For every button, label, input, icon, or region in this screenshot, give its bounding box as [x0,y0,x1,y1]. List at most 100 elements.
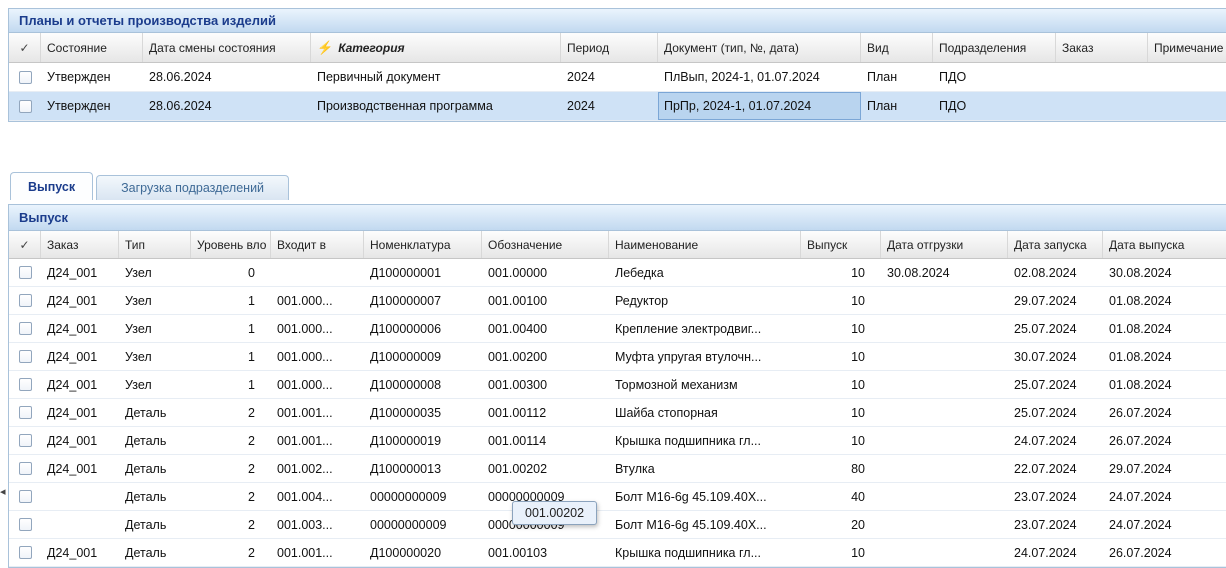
cell[interactable]: 10 [801,371,881,398]
cell[interactable]: 2 [191,399,271,426]
cell[interactable]: 001.00400 [482,315,609,342]
cell[interactable]: План [861,92,933,120]
cell[interactable] [881,427,1008,454]
cell[interactable]: Д24_001 [41,427,119,454]
cell[interactable]: 1 [191,343,271,370]
cell[interactable]: План [861,63,933,91]
cell[interactable]: Д24_001 [41,315,119,342]
row-checkbox[interactable] [19,350,32,363]
table-row[interactable]: Д24_001Узел1001.000...Д100000007001.0010… [9,287,1226,315]
cell[interactable]: 29.07.2024 [1103,455,1226,482]
column-header[interactable]: Входит в [271,231,364,258]
cell[interactable]: Редуктор [609,287,801,314]
cell[interactable]: 001.000... [271,371,364,398]
column-header[interactable]: Наименование [609,231,801,258]
table-row[interactable]: Д24_001Узел1001.000...Д100000006001.0040… [9,315,1226,343]
cell[interactable] [1056,63,1148,91]
cell[interactable]: 23.07.2024 [1008,483,1103,510]
cell[interactable]: 001.00114 [482,427,609,454]
column-header[interactable]: ⚡Категория [311,33,561,62]
cell[interactable]: 10 [801,287,881,314]
cell[interactable]: 1 [191,315,271,342]
table-row[interactable]: Д24_001Узел1001.000...Д100000008001.0030… [9,371,1226,399]
cell[interactable]: 10 [801,427,881,454]
cell[interactable]: 001.001... [271,427,364,454]
cell[interactable] [271,259,364,286]
cell[interactable]: Д100000009 [364,343,482,370]
cell[interactable]: 2024 [561,63,658,91]
cell[interactable]: 001.003... [271,511,364,538]
cell[interactable]: 001.001... [271,539,364,566]
row-checkbox[interactable] [19,406,32,419]
column-header[interactable]: ✓ [9,231,41,258]
cell[interactable]: 001.004... [271,483,364,510]
cell[interactable]: Д100000035 [364,399,482,426]
table-row[interactable]: Утвержден28.06.2024Первичный документ202… [9,63,1226,92]
cell[interactable] [1056,92,1148,120]
cell[interactable]: 001.00112 [482,399,609,426]
cell[interactable] [881,539,1008,566]
tab-zagruzka-podrazdelenii[interactable]: Загрузка подразделений [96,175,289,200]
cell[interactable]: Д100000008 [364,371,482,398]
column-header[interactable]: Подразделения [933,33,1056,62]
row-checkbox[interactable] [19,100,32,113]
cell[interactable]: 80 [801,455,881,482]
cell[interactable]: Втулка [609,455,801,482]
column-header[interactable]: Состояние [41,33,143,62]
cell[interactable]: Муфта упругая втулочн... [609,343,801,370]
cell[interactable]: 001.00103 [482,539,609,566]
row-checkbox[interactable] [19,434,32,447]
cell[interactable]: 25.07.2024 [1008,315,1103,342]
cell[interactable]: Д100000019 [364,427,482,454]
cell[interactable]: 001.00300 [482,371,609,398]
cell[interactable]: 0 [191,259,271,286]
row-checkbox[interactable] [19,71,32,84]
cell[interactable] [881,315,1008,342]
cell[interactable]: 30.07.2024 [1008,343,1103,370]
cell[interactable]: Производственная программа [311,92,561,120]
cell[interactable]: Узел [119,259,191,286]
cell[interactable]: 20 [801,511,881,538]
cell[interactable]: Д24_001 [41,539,119,566]
cell[interactable]: 001.000... [271,315,364,342]
row-checkbox[interactable] [19,322,32,335]
cell[interactable]: 25.07.2024 [1008,371,1103,398]
cell[interactable]: 26.07.2024 [1103,427,1226,454]
cell[interactable]: 40 [801,483,881,510]
table-row[interactable]: Д24_001Деталь2001.001...Д100000019001.00… [9,427,1226,455]
cell[interactable]: 30.08.2024 [1103,259,1226,286]
column-header[interactable]: Выпуск [801,231,881,258]
column-header[interactable]: Тип [119,231,191,258]
cell[interactable]: Деталь [119,539,191,566]
cell[interactable]: Д100000013 [364,455,482,482]
cell[interactable]: Утвержден [41,92,143,120]
column-header[interactable]: Обозначение [482,231,609,258]
cell[interactable] [881,399,1008,426]
column-header[interactable]: Дата смены состояния [143,33,311,62]
table-row[interactable]: Д24_001Деталь2001.001...Д100000035001.00… [9,399,1226,427]
column-header[interactable]: Период [561,33,658,62]
cell[interactable]: 00000000009 [364,483,482,510]
cell[interactable]: 30.08.2024 [881,259,1008,286]
cell[interactable]: 001.000... [271,343,364,370]
cell[interactable] [881,287,1008,314]
cell[interactable]: ПДО [933,63,1056,91]
cell[interactable]: 00000000009 [364,511,482,538]
cell[interactable]: 001.002... [271,455,364,482]
cell[interactable]: Д24_001 [41,371,119,398]
cell[interactable]: Деталь [119,455,191,482]
table-row[interactable]: Д24_001Деталь2001.001...Д100000020001.00… [9,539,1226,567]
cell[interactable]: Д24_001 [41,455,119,482]
cell[interactable]: 02.08.2024 [1008,259,1103,286]
cell[interactable] [881,483,1008,510]
cell[interactable]: 28.06.2024 [143,63,311,91]
cell[interactable]: 2 [191,511,271,538]
cell[interactable]: Крышка подшипника гл... [609,539,801,566]
cell[interactable]: Узел [119,343,191,370]
cell[interactable]: 24.07.2024 [1008,539,1103,566]
cell[interactable]: Шайба стопорная [609,399,801,426]
cell[interactable]: Лебедка [609,259,801,286]
cell[interactable]: 2024 [561,92,658,120]
cell[interactable]: 1 [191,287,271,314]
cell[interactable]: Утвержден [41,63,143,91]
